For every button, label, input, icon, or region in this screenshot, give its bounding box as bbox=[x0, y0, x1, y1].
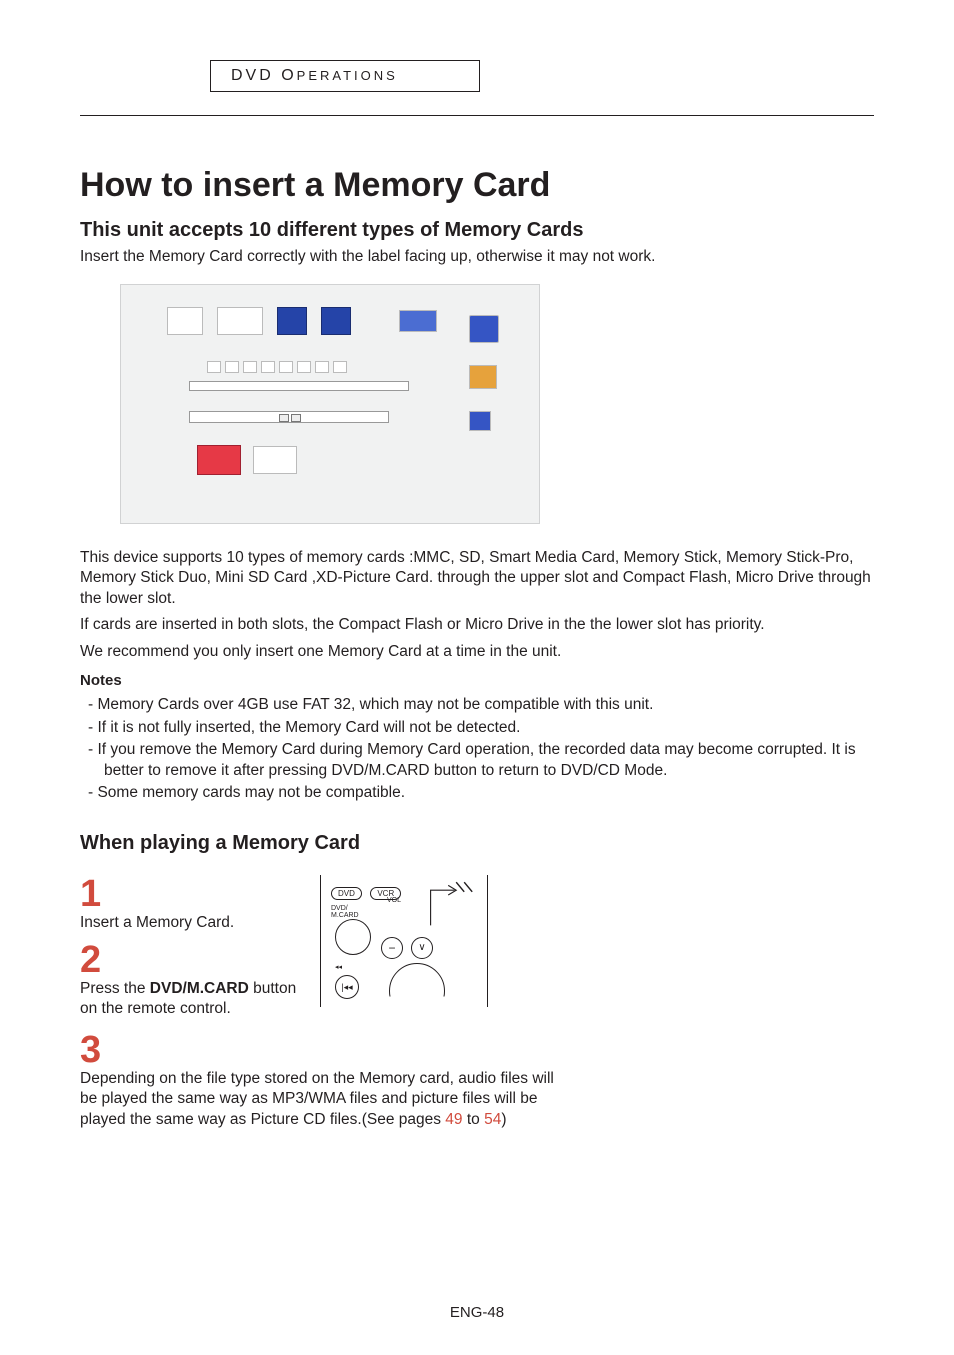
step-3-number: 3 bbox=[80, 1031, 874, 1069]
memory-card-figure bbox=[120, 284, 540, 524]
horizontal-rule bbox=[80, 115, 874, 116]
section-header-big: DVD O bbox=[231, 67, 297, 84]
body-paragraph-3: We recommend you only insert one Memory … bbox=[80, 642, 874, 662]
note-item: If it is not fully inserted, the Memory … bbox=[80, 718, 874, 738]
callout-arrow-icon bbox=[429, 887, 461, 927]
figure-card-row bbox=[167, 307, 511, 335]
mini-card-icon-1 bbox=[207, 361, 221, 373]
memorystick-icon bbox=[277, 307, 307, 335]
step-2-text: Press the DVD/M.CARD button on the remot… bbox=[80, 979, 300, 1019]
remote-mcard-button bbox=[335, 919, 371, 955]
remote-illustration: DVD VCR VOL DVD/ M.CARD − ∨ ◂◂ |◂◂ bbox=[320, 875, 488, 1007]
steps-row: 1 Insert a Memory Card. 2 Press the DVD/… bbox=[80, 875, 874, 1019]
note-item: Some memory cards may not be compatible. bbox=[80, 783, 874, 803]
note-item: If you remove the Memory Card during Mem… bbox=[80, 740, 874, 781]
page-ref-54: 54 bbox=[484, 1111, 501, 1128]
figure-right-column bbox=[469, 315, 499, 431]
step-2-bold: DVD/M.CARD bbox=[150, 980, 249, 997]
minisd-icon bbox=[469, 411, 491, 431]
page-number: ENG-48 bbox=[0, 1304, 954, 1321]
compactflash-icon bbox=[197, 445, 241, 475]
notes-heading: Notes bbox=[80, 672, 874, 689]
upper-slot bbox=[189, 381, 409, 391]
mmc-icon bbox=[167, 307, 203, 335]
remote-rw-label: ◂◂ bbox=[335, 963, 342, 971]
body-paragraph-2: If cards are inserted in both slots, the… bbox=[80, 615, 874, 635]
subtitle: This unit accepts 10 different types of … bbox=[80, 219, 874, 242]
mini-card-icon-6 bbox=[297, 361, 311, 373]
steps-column: 1 Insert a Memory Card. 2 Press the DVD/… bbox=[80, 875, 300, 1019]
step-3-to: to bbox=[463, 1111, 485, 1128]
step-2-prefix: Press the bbox=[80, 980, 150, 997]
microdrive-icon bbox=[253, 446, 297, 474]
figure-smallcard-row bbox=[207, 361, 511, 373]
mini-card-icon-2 bbox=[225, 361, 239, 373]
step-1-number: 1 bbox=[80, 875, 300, 913]
step-3-close: ) bbox=[501, 1111, 506, 1128]
step-3-text: Depending on the file type stored on the… bbox=[80, 1069, 560, 1130]
remote-mcard-label: DVD/ M.CARD bbox=[331, 905, 359, 919]
sd-icon bbox=[469, 315, 499, 343]
lower-slot-inner bbox=[279, 414, 305, 422]
section-header-box: DVD OPERATIONS bbox=[210, 60, 480, 92]
mini-card-icon-5 bbox=[279, 361, 293, 373]
lower-slot bbox=[189, 411, 389, 423]
play-heading: When playing a Memory Card bbox=[80, 832, 874, 855]
section-header-small: PERATIONS bbox=[297, 68, 398, 83]
mini-card-icon-8 bbox=[333, 361, 347, 373]
section-header-text: DVD OPERATIONS bbox=[231, 67, 398, 84]
step-3-block: 3 Depending on the file type stored on t… bbox=[80, 1031, 874, 1130]
mini-card-icon-7 bbox=[315, 361, 329, 373]
remote-prev-button: |◂◂ bbox=[335, 975, 359, 999]
xd-icon bbox=[469, 365, 497, 389]
remote-minus-button: − bbox=[381, 937, 403, 959]
remote-dvd-button: DVD bbox=[331, 887, 362, 900]
remote-navigation-ring bbox=[389, 963, 445, 1019]
body-paragraph-1: This device supports 10 types of memory … bbox=[80, 548, 874, 609]
lead-text: Insert the Memory Card correctly with th… bbox=[80, 248, 874, 266]
step-2-number: 2 bbox=[80, 941, 300, 979]
page-ref-49: 49 bbox=[445, 1111, 462, 1128]
mini-card-icon-4 bbox=[261, 361, 275, 373]
remote-vol-label: VOL bbox=[387, 897, 401, 904]
smartmedia-icon bbox=[217, 307, 263, 335]
figure-cf-row bbox=[197, 445, 511, 475]
page-title: How to insert a Memory Card bbox=[80, 166, 874, 205]
notes-list: Memory Cards over 4GB use FAT 32, which … bbox=[80, 695, 874, 803]
memorystick-pro-icon bbox=[321, 307, 351, 335]
note-item: Memory Cards over 4GB use FAT 32, which … bbox=[80, 695, 874, 715]
memorystick-duo-icon bbox=[399, 310, 437, 332]
mini-card-icon-3 bbox=[243, 361, 257, 373]
remote-down-button: ∨ bbox=[411, 937, 433, 959]
step-1-text: Insert a Memory Card. bbox=[80, 913, 300, 933]
